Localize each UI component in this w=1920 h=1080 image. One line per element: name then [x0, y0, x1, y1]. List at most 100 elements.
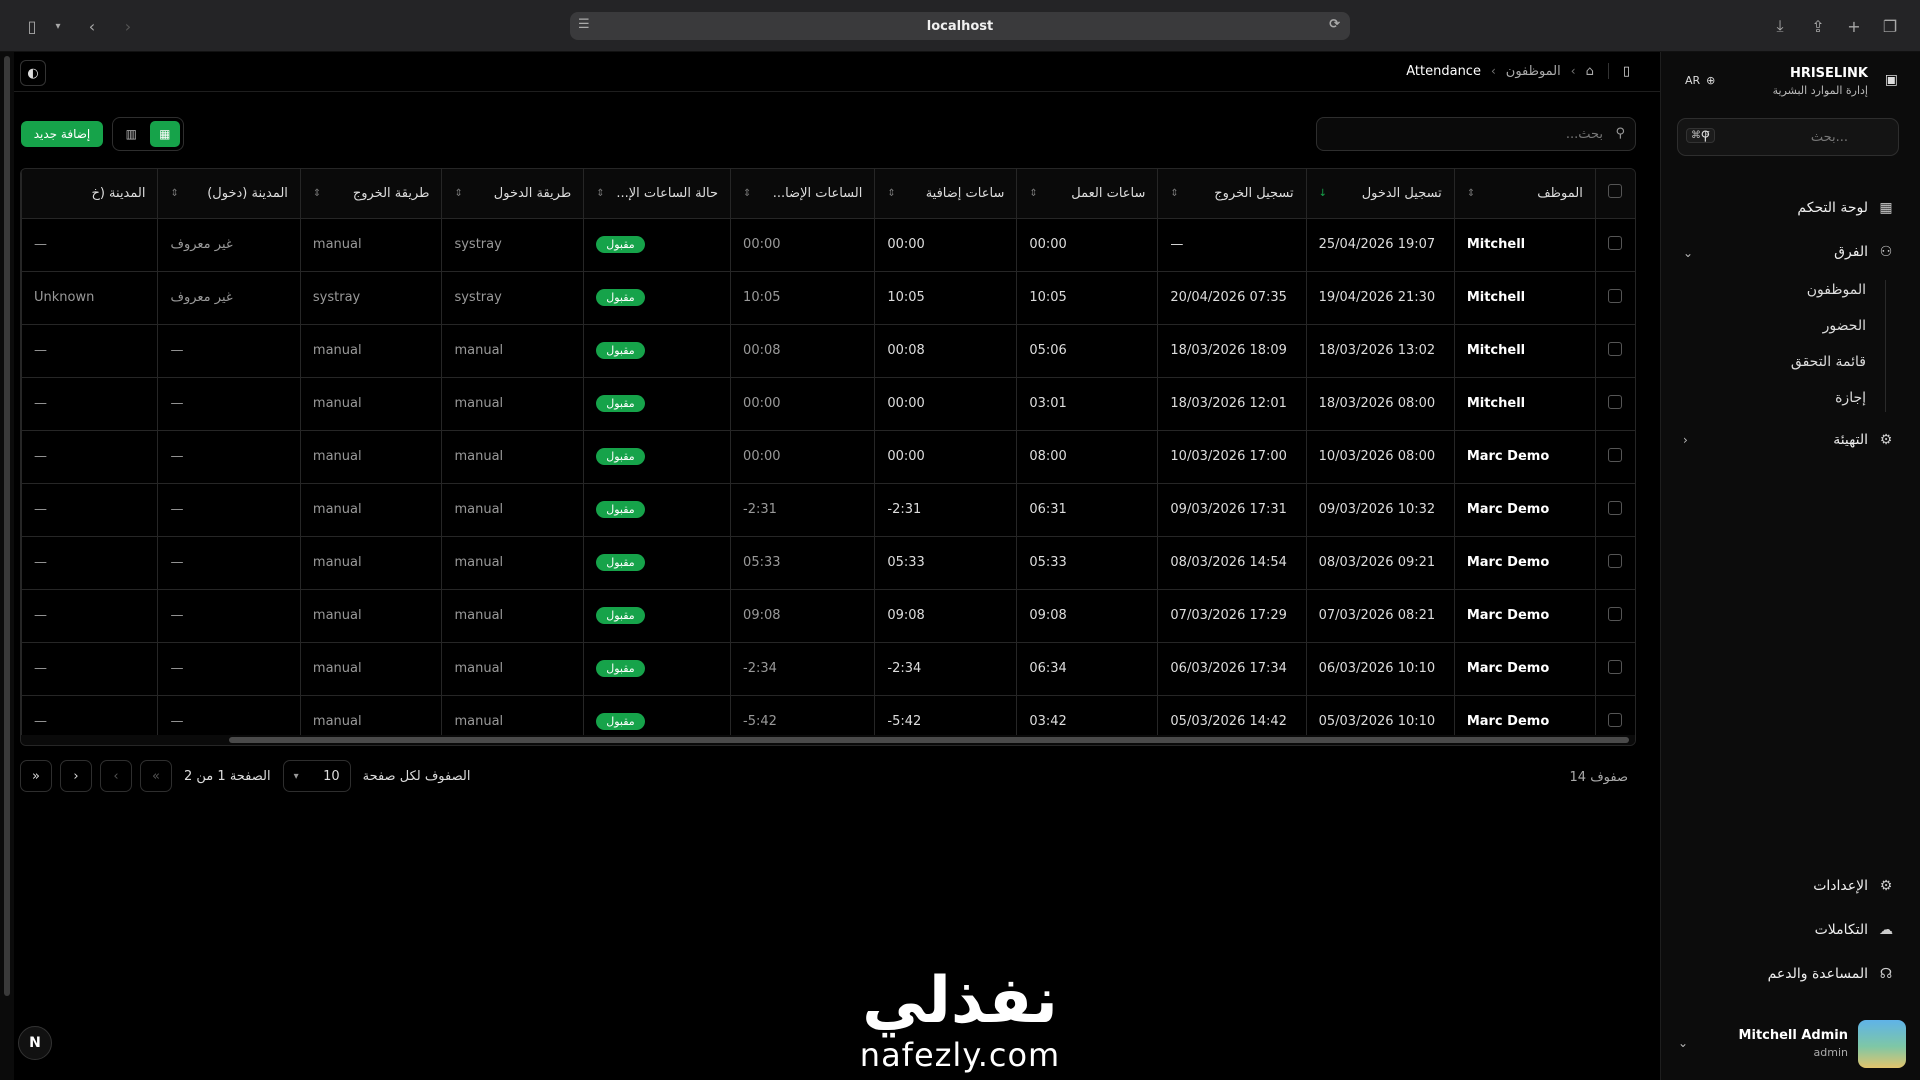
header-overtime[interactable]: ساعات إضافية ⇕	[874, 169, 1017, 219]
sidebar-item-setup[interactable]: ⚙ التهيئة	[1833, 432, 1894, 448]
table-row[interactable]: Marc Demo 10:32 09/03/2026 17:31 09/03/202…	[21, 483, 1635, 537]
row-select-cell[interactable]	[1594, 589, 1635, 643]
sidebar-item-settings[interactable]: ⚙ الإعدادات	[1813, 878, 1894, 894]
table-row[interactable]: Marc Demo 10:10 06/03/2026 17:34 06/03/202…	[21, 642, 1635, 696]
chevron-down-icon[interactable]: ⌄	[1678, 1036, 1688, 1050]
row-select-cell[interactable]	[1594, 324, 1635, 378]
user-menu[interactable]: Mitchell Admin admin ⌄	[1674, 1020, 1906, 1070]
table-row[interactable]: Marc Demo 09:21 08/03/2026 14:54 08/03/202…	[21, 536, 1635, 590]
language-switcher[interactable]: AR ⊕	[1685, 74, 1715, 87]
page-scrollbar[interactable]	[0, 52, 14, 1080]
sidebar-search[interactable]: ⌘ F بحث... ⚲	[1677, 118, 1899, 156]
home-icon[interactable]: ⌂	[1586, 64, 1594, 79]
header-city-in[interactable]: المدينة (دخول) ⇕	[157, 169, 301, 219]
row-select-cell[interactable]	[1594, 218, 1635, 272]
back-icon[interactable]: ‹	[80, 14, 104, 38]
tabs-overview-icon[interactable]: ❐	[1878, 14, 1902, 38]
row-checkbox[interactable]	[1608, 288, 1623, 303]
forward-icon[interactable]: ›	[116, 14, 140, 38]
cell-extra-hours: 00:00	[730, 430, 875, 484]
header-worked-hours[interactable]: ساعات العمل ⇕	[1016, 169, 1158, 219]
select-all-cell[interactable]	[1594, 169, 1635, 219]
cell-employee: Mitchell	[1453, 377, 1596, 431]
first-page-button[interactable]: «	[140, 760, 172, 792]
share-icon[interactable]: ⇪	[1806, 14, 1830, 38]
row-select-cell[interactable]	[1594, 430, 1635, 484]
row-checkbox[interactable]	[1608, 712, 1623, 727]
sort-icon[interactable]: ⇕	[743, 188, 751, 199]
cell-extra-hours: 00:08	[730, 324, 875, 378]
row-select-cell[interactable]	[1594, 536, 1635, 590]
sort-icon[interactable]: ⇕	[1029, 188, 1037, 199]
sort-icon[interactable]: ⇕	[887, 188, 895, 199]
sort-icon[interactable]: ⇕	[1170, 188, 1178, 199]
next-page-button[interactable]: ›	[60, 760, 92, 792]
previous-page-button[interactable]: ‹	[100, 760, 132, 792]
theme-toggle-icon[interactable]: ◐	[20, 60, 46, 86]
add-new-button[interactable]: إضافة جديد	[21, 121, 103, 147]
row-checkbox[interactable]	[1608, 606, 1623, 621]
sort-icon[interactable]: ⇕	[1467, 188, 1475, 199]
row-checkbox[interactable]	[1608, 659, 1623, 674]
page-settings-icon[interactable]: ☰	[578, 17, 590, 32]
row-checkbox[interactable]	[1608, 553, 1623, 568]
horizontal-scrollbar[interactable]	[21, 735, 1635, 745]
row-select-cell[interactable]	[1594, 483, 1635, 537]
header-extra-hours[interactable]: الساعات الإضا... ⇕	[730, 169, 875, 219]
row-checkbox[interactable]	[1608, 447, 1623, 462]
sort-icon[interactable]: ⇕	[313, 188, 321, 199]
last-page-button[interactable]: »	[20, 760, 52, 792]
chevron-down-icon[interactable]: ⌄	[1683, 246, 1693, 260]
table-row[interactable]: Marc Demo 08:21 07/03/2026 17:29 07/03/202…	[21, 589, 1635, 643]
rows-per-page-select[interactable]: ▾ 10	[282, 760, 351, 792]
table-row[interactable]: Mitchell 08:00 18/03/2026 12:01 18/03/2026…	[21, 377, 1635, 431]
sort-desc-icon[interactable]: ↓	[1319, 188, 1327, 199]
sidebar-item-help[interactable]: ☊ المساعدة والدعم	[1768, 966, 1894, 982]
header-check-out[interactable]: تسجيل الخروج ⇕	[1157, 169, 1307, 219]
chevron-right-icon[interactable]: ›	[1683, 433, 1688, 447]
sidebar-item-checklist[interactable]: قائمة التحقق	[1791, 354, 1866, 370]
row-select-cell[interactable]	[1594, 642, 1635, 696]
sidebar-item-integrations[interactable]: ☁ التكاملات	[1815, 922, 1894, 938]
header-check-in[interactable]: تسجيل الدخول ↓	[1305, 169, 1455, 219]
scrollbar-thumb[interactable]	[229, 737, 1629, 743]
sort-icon[interactable]: ⇕	[170, 188, 178, 199]
breadcrumb-employees[interactable]: الموظفون	[1506, 64, 1561, 79]
sidebar-toggle-icon[interactable]: ▯	[1623, 64, 1630, 79]
nextjs-dev-badge[interactable]: N	[18, 1026, 52, 1060]
row-checkbox[interactable]	[1608, 341, 1623, 356]
header-overtime-status[interactable]: حالة الساعات الإ... ⇕	[583, 169, 731, 219]
row-checkbox[interactable]	[1608, 235, 1623, 250]
header-check-out-mode[interactable]: طريقة الخروج ⇕	[299, 169, 442, 219]
new-tab-icon[interactable]: +	[1842, 14, 1866, 38]
row-checkbox[interactable]	[1608, 500, 1623, 515]
table-row[interactable]: Mitchell 21:30 19/04/2026 07:35 20/04/2026…	[21, 271, 1635, 325]
select-all-checkbox[interactable]	[1608, 184, 1623, 199]
scrollbar-thumb[interactable]	[4, 56, 10, 996]
sidebar-item-employees[interactable]: الموظفون	[1807, 282, 1866, 298]
sidebar-item-dashboard[interactable]: ▦ لوحة التحكم	[1797, 200, 1894, 216]
sort-icon[interactable]: ⇕	[596, 188, 604, 199]
table-row[interactable]: Mitchell 19:07 25/04/2026—00:00 00:00 00:00…	[21, 218, 1635, 272]
table-search-field[interactable]: ⚲	[1316, 117, 1636, 151]
search-input[interactable]	[1317, 118, 1635, 150]
sort-icon[interactable]: ⇕	[454, 188, 462, 199]
table-row[interactable]: Marc Demo 08:00 10/03/2026 17:00 10/03/202…	[21, 430, 1635, 484]
chevron-down-icon[interactable]: ▾	[46, 14, 70, 38]
sidebar-item-attendance[interactable]: الحضور	[1823, 318, 1866, 334]
reload-icon[interactable]: ⟳	[1329, 17, 1340, 32]
chart-view-icon[interactable]: ▥	[116, 121, 147, 147]
download-icon[interactable]: ⤓	[1768, 14, 1792, 38]
sidebar-toggle-icon[interactable]: ▯	[20, 14, 44, 38]
table-row[interactable]: Mitchell 13:02 18/03/2026 18:09 18/03/2026…	[21, 324, 1635, 378]
row-checkbox[interactable]	[1608, 394, 1623, 409]
row-select-cell[interactable]	[1594, 271, 1635, 325]
row-select-cell[interactable]	[1594, 377, 1635, 431]
header-check-in-mode[interactable]: طريقة الدخول ⇕	[441, 169, 584, 219]
sidebar-item-teams[interactable]: ⚇ الفرق	[1834, 244, 1894, 260]
header-city-out[interactable]: المدينة (خ	[21, 169, 158, 219]
address-bar[interactable]: ☰ localhost ⟳	[570, 12, 1350, 40]
table-view-icon[interactable]: ▦	[149, 121, 180, 147]
header-employee[interactable]: الموظف ⇕	[1453, 169, 1596, 219]
sidebar-item-leave[interactable]: إجازة	[1835, 390, 1866, 406]
